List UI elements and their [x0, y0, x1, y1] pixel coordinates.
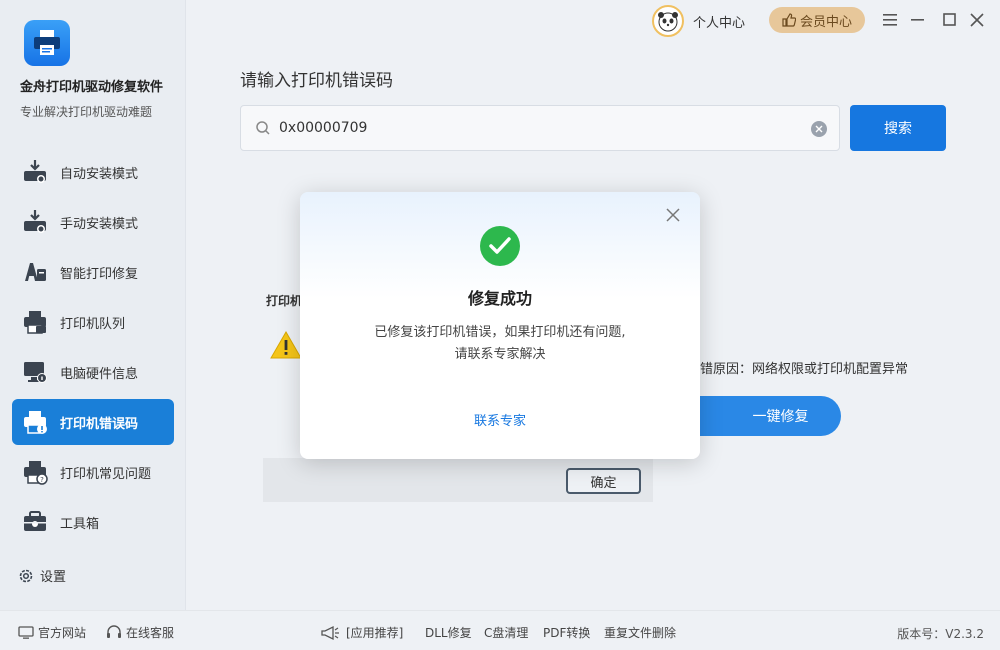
sidebar-item-auto-install[interactable]: 自动安装模式: [12, 149, 174, 195]
dialog-message-line1: 已修复该打印机错误，如果打印机还有问题,: [374, 325, 626, 340]
vip-center-label: 会员中心: [799, 14, 852, 30]
panda-avatar-icon: [658, 12, 678, 32]
printer-logo-icon: [34, 30, 60, 55]
ok-button[interactable]: 确定: [566, 468, 641, 494]
app-subtitle: 专业解决打印机驱动难题: [20, 105, 153, 119]
clear-input-button[interactable]: [811, 121, 827, 137]
sidebar-item-label: 打印机队列: [60, 316, 126, 332]
close-window-button[interactable]: [967, 10, 987, 30]
dialog-title: 修复成功: [467, 289, 532, 308]
warning-icon: [270, 330, 302, 364]
search-box: [240, 105, 840, 151]
maximize-button[interactable]: [940, 10, 960, 30]
sidebar-item-label: 自动安装模式: [60, 166, 139, 182]
online-service-label: 在线客服: [126, 626, 175, 640]
app-title: 金舟打印机驱动修复软件: [20, 80, 164, 95]
megaphone-icon: [321, 625, 339, 640]
error-code-icon: [22, 409, 48, 435]
settings-label: 设置: [40, 570, 67, 585]
avatar[interactable]: [652, 5, 684, 37]
sidebar-item-label: 智能打印修复: [60, 266, 139, 282]
faq-icon: ?: [22, 459, 48, 485]
close-icon: [970, 13, 984, 27]
online-service-link[interactable]: 在线客服: [106, 624, 174, 641]
maximize-icon: [943, 13, 956, 26]
search-icon: [256, 121, 270, 135]
app-recommend-label: [应用推荐]: [346, 626, 404, 640]
settings-button[interactable]: 设置: [18, 566, 66, 585]
sidebar-item-manual-install[interactable]: 手动安装模式: [12, 199, 174, 245]
sidebar-item-label: 手动安装模式: [60, 216, 139, 232]
printer-queue-icon: [22, 309, 48, 335]
dialog-message-line2: 请联系专家解决: [454, 347, 546, 362]
error-cause-text: 错原因：网络权限或打印机配置异常: [700, 362, 909, 377]
duplicate-file-delete-link[interactable]: 重复文件删除: [604, 624, 676, 641]
version-label: 版本号：V2.3.2: [897, 627, 984, 641]
thumbs-up-icon: [782, 13, 796, 27]
sidebar-item-label: 电脑硬件信息: [60, 366, 139, 382]
printer-section-label: 打印机: [266, 294, 303, 308]
official-site-label: 官方网站: [38, 626, 87, 640]
sidebar-item-error-code[interactable]: 打印机错误码: [12, 399, 174, 445]
repair-success-dialog: 修复成功 已修复该打印机错误，如果打印机还有问题, 请联系专家解决 联系专家: [300, 192, 700, 459]
success-check-icon: [480, 226, 520, 266]
sidebar-item-toolbox[interactable]: 工具箱: [12, 499, 174, 545]
minimize-button[interactable]: [908, 10, 928, 30]
status-bar: 官方网站 在线客服 [应用推荐] DLL修复 C盘清理 PDF转换 重复文件删除…: [0, 610, 1000, 650]
one-click-fix-button[interactable]: 一键修复: [680, 396, 841, 436]
manual-install-icon: [22, 209, 48, 235]
svg-text:?: ?: [40, 476, 44, 484]
app-recommend-link[interactable]: [应用推荐]: [320, 624, 403, 641]
gear-icon: [19, 569, 33, 582]
dll-repair-link[interactable]: DLL修复: [425, 624, 472, 641]
sidebar-item-smart-repair[interactable]: 智能打印修复: [12, 249, 174, 295]
smart-repair-icon: [22, 259, 48, 285]
sidebar-item-faq[interactable]: ? 打印机常见问题: [12, 449, 174, 495]
sidebar-item-label: 打印机常见问题: [60, 466, 152, 482]
c-drive-clean-link[interactable]: C盘清理: [484, 624, 528, 641]
sidebar-item-printer-queue[interactable]: 打印机队列: [12, 299, 174, 345]
page-title: 请输入打印机错误码: [240, 71, 393, 91]
toolbox-icon: [22, 509, 48, 535]
contact-expert-link[interactable]: 联系专家: [300, 410, 700, 429]
close-icon: [666, 208, 680, 222]
clear-icon: [815, 125, 823, 133]
monitor-icon: [18, 625, 34, 639]
dialog-message: 已修复该打印机错误，如果打印机还有问题, 请联系专家解决: [300, 322, 700, 366]
search-button[interactable]: 搜索: [850, 105, 946, 151]
sidebar-item-label: 打印机错误码: [60, 416, 139, 432]
personal-center-link[interactable]: 个人中心: [693, 12, 745, 31]
sidebar-nav: 自动安装模式 手动安装模式 智能打印修复 打印机队列 电脑硬件信息 打印机错误码…: [12, 149, 174, 549]
hamburger-menu-icon: [883, 14, 897, 26]
hardware-info-icon: [22, 359, 48, 385]
app-logo: [24, 20, 70, 66]
vip-center-button[interactable]: 会员中心: [769, 7, 865, 33]
official-site-link[interactable]: 官方网站: [18, 624, 86, 641]
minimize-icon: [911, 19, 924, 21]
headset-icon: [107, 625, 121, 638]
dialog-close-button[interactable]: [664, 206, 682, 224]
menu-button[interactable]: [880, 10, 900, 30]
pdf-convert-link[interactable]: PDF转换: [543, 624, 590, 641]
sidebar-item-hardware-info[interactable]: 电脑硬件信息: [12, 349, 174, 395]
sidebar: 金舟打印机驱动修复软件 专业解决打印机驱动难题 自动安装模式 手动安装模式 智能…: [0, 0, 186, 610]
error-code-input[interactable]: [279, 120, 779, 136]
sidebar-item-label: 工具箱: [60, 516, 100, 532]
auto-install-icon: [22, 159, 48, 185]
